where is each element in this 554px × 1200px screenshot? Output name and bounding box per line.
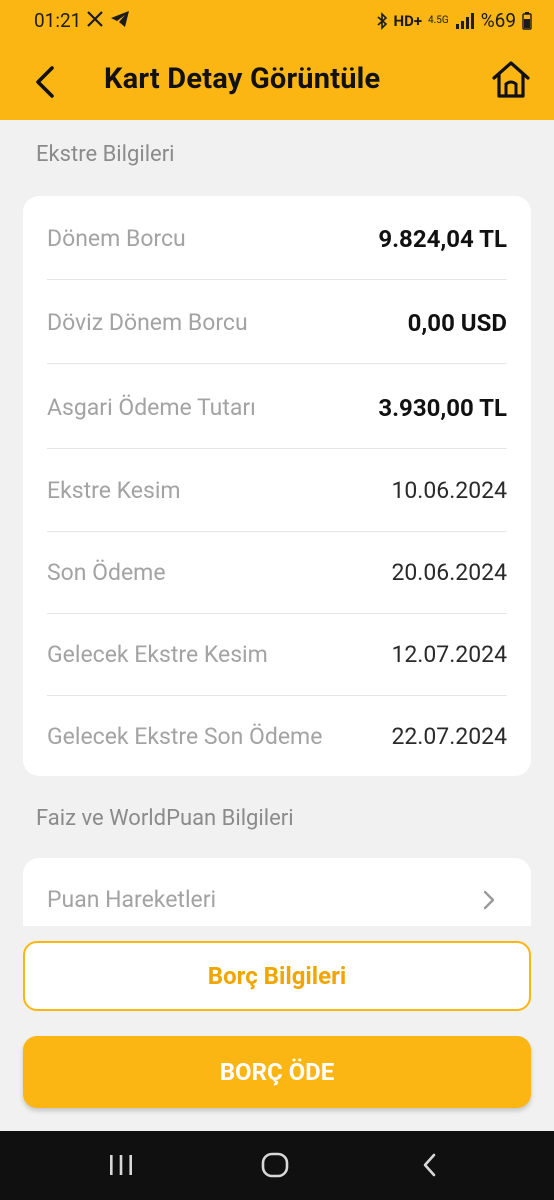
- home-nav-icon[interactable]: [260, 1151, 290, 1179]
- row-value: 0,00 USD: [407, 309, 507, 337]
- bluetooth-icon: [376, 11, 387, 30]
- battery-level: %69: [480, 9, 516, 32]
- x-app-icon: [87, 11, 103, 27]
- row-label: Ekstre Kesim: [47, 477, 181, 504]
- row-value: 9.824,04 TL: [378, 225, 507, 253]
- status-bar: 01:21 HD+ 4.5G %69: [0, 0, 554, 44]
- signal-icon: [455, 12, 474, 29]
- row-value: 3.930,00 TL: [378, 394, 507, 422]
- divider: [47, 448, 507, 449]
- telegram-icon: [111, 11, 129, 27]
- row-value: 20.06.2024: [391, 559, 507, 586]
- divider: [47, 363, 507, 364]
- row-label: Gelecek Ekstre Son Ödeme: [47, 723, 323, 750]
- row-label: Dönem Borcu: [47, 225, 186, 252]
- list-item: Döviz Dönem Borcu 0,00 USD: [47, 282, 507, 364]
- debt-info-button[interactable]: Borç Bilgileri: [23, 941, 531, 1011]
- recent-apps-icon[interactable]: [108, 1151, 134, 1179]
- row-label: Asgari Ödeme Tutarı: [47, 394, 256, 421]
- hd-icon: HD+: [393, 11, 423, 30]
- row-label: Gelecek Ekstre Kesim: [47, 641, 268, 668]
- list-item: Gelecek Ekstre Kesim 12.07.2024: [47, 614, 507, 696]
- list-item: Asgari Ödeme Tutarı 3.930,00 TL: [47, 367, 507, 449]
- row-value: 22.07.2024: [391, 723, 507, 750]
- points-section-title: Faiz ve WorldPuan Bilgileri: [36, 806, 294, 831]
- status-time: 01:21: [34, 9, 82, 32]
- app-bar: Kart Detay Görüntüle: [0, 44, 554, 120]
- row-value: 12.07.2024: [391, 641, 507, 668]
- row-label: Son Ödeme: [47, 559, 166, 586]
- back-arrow-icon[interactable]: [28, 62, 68, 102]
- network-type: 4.5G: [428, 15, 449, 26]
- list-item: Son Ödeme 20.06.2024: [47, 532, 507, 614]
- chevron-right-icon: [483, 890, 495, 910]
- system-nav-bar: [0, 1131, 554, 1200]
- divider: [47, 279, 507, 280]
- list-item: Gelecek Ekstre Son Ödeme 22.07.2024: [47, 696, 507, 778]
- list-item: Dönem Borcu 9.824,04 TL: [47, 198, 507, 280]
- page-title: Kart Detay Görüntüle: [104, 62, 381, 96]
- row-label: Döviz Dönem Borcu: [47, 309, 248, 336]
- home-icon[interactable]: [490, 58, 532, 102]
- row-value: 10.06.2024: [391, 477, 507, 504]
- list-item: Ekstre Kesim 10.06.2024: [47, 450, 507, 532]
- statement-card: Dönem Borcu 9.824,04 TL Döviz Dönem Borc…: [23, 196, 531, 776]
- back-nav-icon[interactable]: [420, 1151, 440, 1179]
- bottom-actions: Borç Bilgileri BORÇ ÖDE: [0, 926, 554, 1131]
- pay-debt-button[interactable]: BORÇ ÖDE: [23, 1036, 531, 1108]
- statement-section-title: Ekstre Bilgileri: [36, 142, 175, 167]
- battery-icon: [522, 11, 532, 30]
